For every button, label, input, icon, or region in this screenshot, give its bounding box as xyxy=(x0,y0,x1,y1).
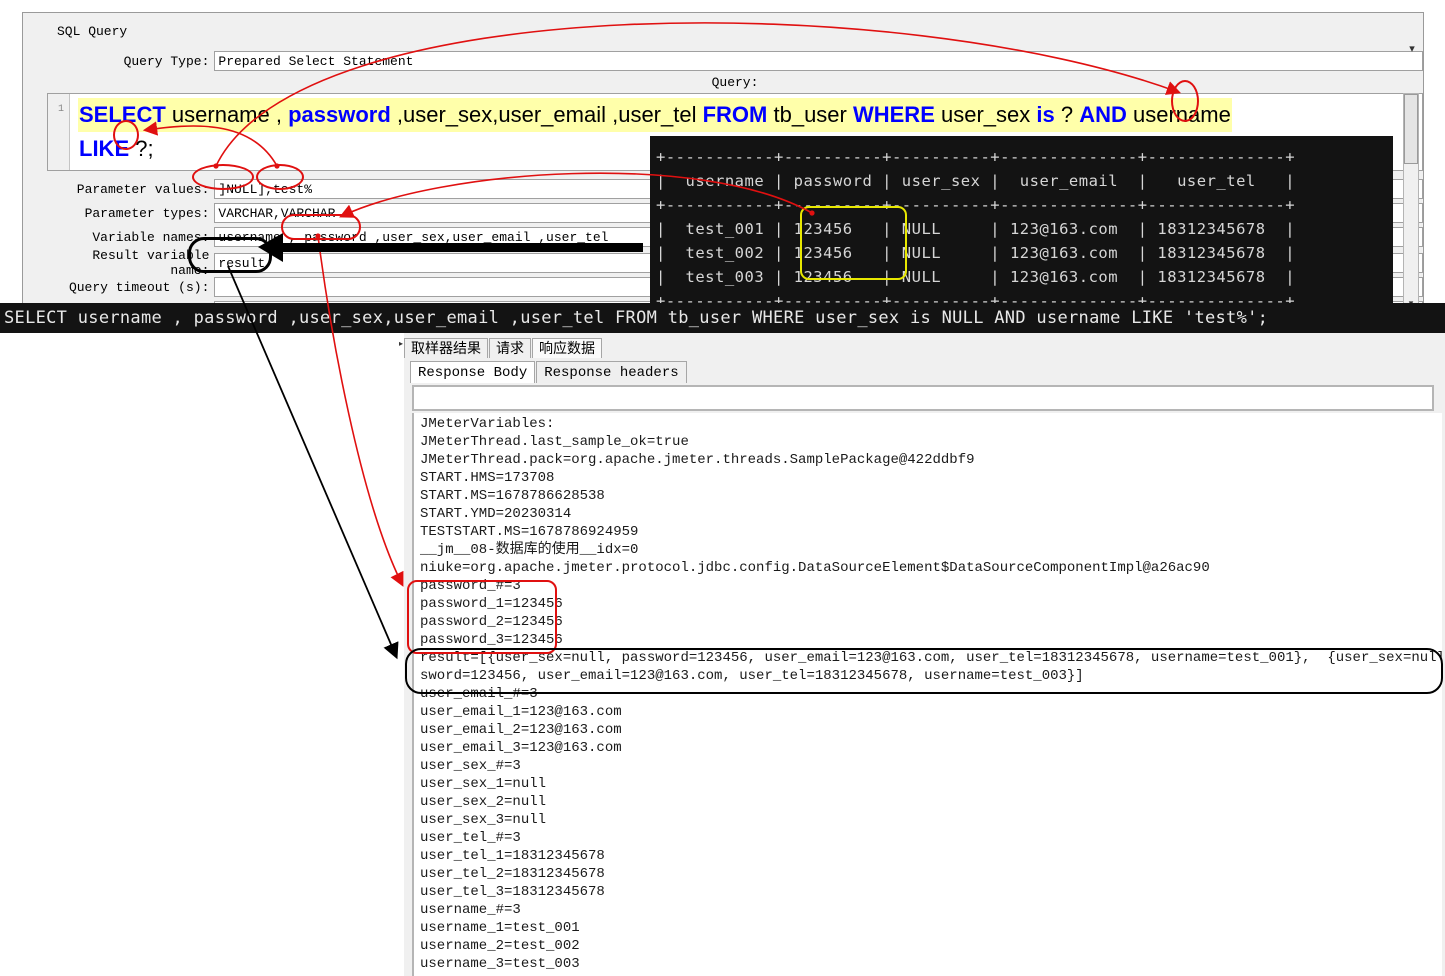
sql-token-3: ,user_sex,user_email ,user_tel xyxy=(390,102,703,127)
response-body-text: JMeterVariables: JMeterThread.last_sampl… xyxy=(420,416,1442,972)
query-type-row: Query Type: Prepared Select Statement xyxy=(47,49,1423,73)
sql-token-4: FROM xyxy=(702,102,768,127)
sql-token-6: WHERE xyxy=(852,102,935,127)
query-sql-line-1: SELECT username , password ,user_sex,use… xyxy=(78,98,1232,132)
sql-token-8: is xyxy=(1036,102,1055,127)
annotation-ellipse-null-param xyxy=(192,164,254,190)
sql-token-2: password xyxy=(288,102,391,127)
annotation-ellipse-question-mark-1 xyxy=(1171,80,1199,122)
variable-names-value: username , password ,user_sex,user_email… xyxy=(218,229,609,245)
parameter-values-label: Parameter values: xyxy=(76,181,210,197)
query-type-select[interactable]: Prepared Select Statement xyxy=(214,51,1423,71)
password-column-highlight xyxy=(800,206,907,280)
rendered-sql-statement: SELECT username , password ,user_sex,use… xyxy=(0,303,1445,333)
response-body-area[interactable]: JMeterVariables: JMeterThread.last_sampl… xyxy=(412,413,1442,976)
tab-response-data[interactable]: 响应数据 xyxy=(532,338,602,358)
tab-response-headers[interactable]: Response headers xyxy=(536,361,687,383)
annotation-box-result-line xyxy=(405,648,1443,694)
sql-token-7: user_sex xyxy=(934,102,1037,127)
query-type-label: Query Type: xyxy=(123,53,210,69)
query-caption: Query: xyxy=(711,75,759,90)
sampler-result-tabs: 取样器结果 请求 响应数据 xyxy=(404,333,1445,358)
annotation-box-password-vars xyxy=(407,580,557,654)
response-subtabs: Response Body Response headers xyxy=(410,359,1445,383)
annotation-box-password-variable xyxy=(281,214,361,240)
annotation-ellipse-question-mark-2 xyxy=(113,120,139,150)
tab-sampler-result[interactable]: 取样器结果 xyxy=(404,338,488,358)
query-timeout-label: Query timeout (s): xyxy=(68,279,210,295)
query-type-value: Prepared Select Statement xyxy=(218,53,414,69)
tab-request[interactable]: 请求 xyxy=(489,338,531,358)
editor-line-number: 1 xyxy=(57,104,64,115)
mysql-result-table: +-----------+----------+----------+-----… xyxy=(650,136,1393,310)
sql-token-5: tb_user xyxy=(767,102,853,127)
variable-names-label: Variable names: xyxy=(92,229,210,245)
scrollbar-thumb[interactable] xyxy=(1404,94,1418,164)
tab-response-body[interactable]: Response Body xyxy=(410,361,536,383)
query-type-chevron-down-icon[interactable]: ▾ xyxy=(1404,40,1420,56)
sql-token-1: username , xyxy=(165,102,289,127)
sql-token-9: ? xyxy=(1054,102,1080,127)
annotation-ellipse-testpct-param xyxy=(256,164,304,190)
parameter-types-label: Parameter types: xyxy=(84,205,210,221)
sql-query-group-title: SQL Query xyxy=(53,25,132,38)
sql-token-10: AND xyxy=(1079,102,1127,127)
annotation-box-result-variable xyxy=(188,237,272,273)
response-search-input[interactable] xyxy=(412,385,1434,411)
sql-panel-scrollbar[interactable]: ▾ xyxy=(1403,93,1419,311)
